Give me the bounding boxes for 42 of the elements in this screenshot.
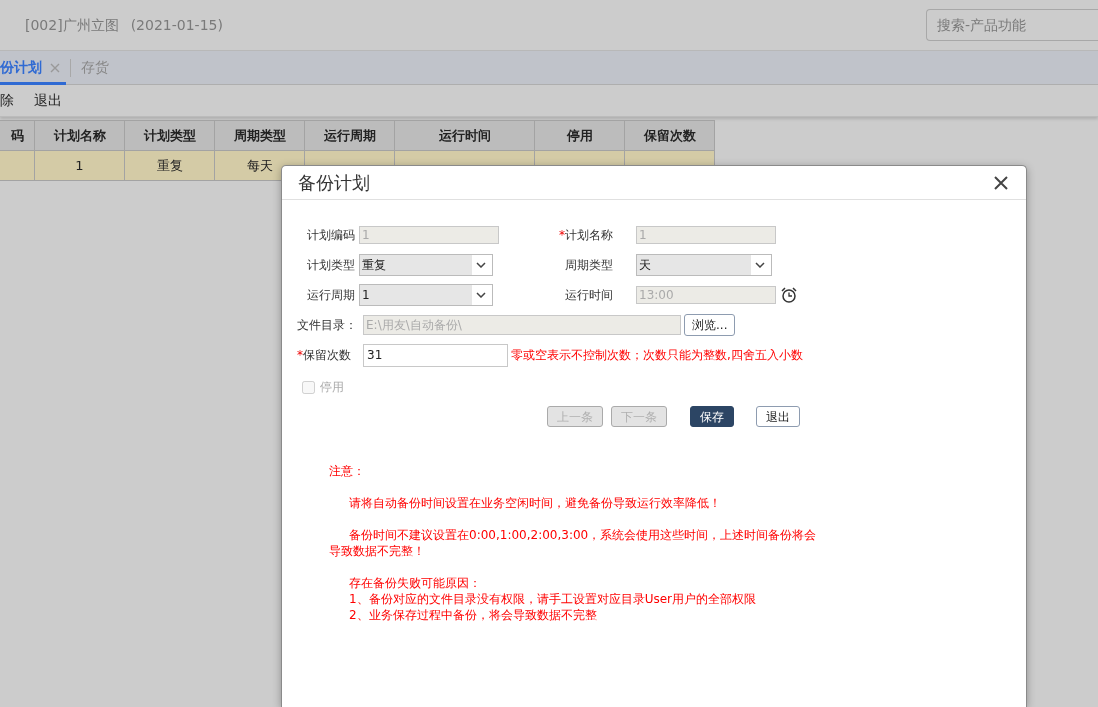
field-label: 运行时间 [564,287,613,304]
column-header: 码 [0,120,35,151]
note-text: 存在备份失败可能原因： [348,575,482,591]
note-text: 请将自动备份时间设置在业务空闲时间，避免备份导致运行效率降低！ [348,495,722,511]
select-field[interactable]: 天 [636,254,772,276]
field-label: 计划类型 [306,257,356,274]
date-text: (2021-01-15) [130,15,223,35]
field-label: 运行周期 [306,287,356,304]
column-header: 保留次数 [624,120,715,151]
chevron-down-icon [476,292,486,298]
field-label: 计划编码 [306,227,356,244]
select-field[interactable]: 重复 [359,254,493,276]
table-cell: 重复 [124,150,215,181]
note-text: 1、备份对应的文件目录没有权限，请手工设置对应目录User用户的全部权限 [348,591,757,607]
checkbox-label: 停用 [320,379,344,396]
table-cell: 1 [34,150,125,181]
search-field[interactable]: 搜索-产品功能 [926,9,1098,41]
input-field[interactable]: 31 [363,343,508,367]
field-label: 文件目录： [297,317,358,334]
hint-text: 零或空表示不控制次数；次数只能为整数,四舍五入小数 [511,347,803,364]
chevron-down-icon [476,262,486,268]
field-label: *计划名称 [558,227,613,244]
select-field[interactable]: 1 [359,284,493,306]
column-header: 运行时间 [394,120,535,151]
toolbar-button[interactable]: 退出 [34,90,62,111]
field-label: 周期类型 [564,257,613,274]
chevron-down-icon [755,262,765,268]
alarm-clock-icon[interactable] [781,287,797,303]
company-name: [002]广州立图 [25,15,119,35]
close-button[interactable] [992,173,1010,192]
column-header: 运行周期 [304,120,395,151]
notes-title: 注意： [329,463,366,479]
column-header: 计划名称 [34,120,125,151]
dialog-button[interactable]: 退出 [756,406,800,427]
column-header: 计划类型 [124,120,215,151]
note-text: 2、业务保存过程中备份，将会导致数据不完整 [348,607,598,623]
note-text: 备份时间不建议设置在0:00,1:00,2:00,3:00，系统会使用这些时间，上述时间备份将会导致数据不完整！ [329,527,818,559]
column-header: 周期类型 [214,120,305,151]
column-header: 停用 [534,120,625,151]
toolbar-button[interactable]: 除 [0,90,14,111]
dialog-button[interactable]: 保存 [690,406,734,427]
field-label: *保留次数 [297,347,352,364]
